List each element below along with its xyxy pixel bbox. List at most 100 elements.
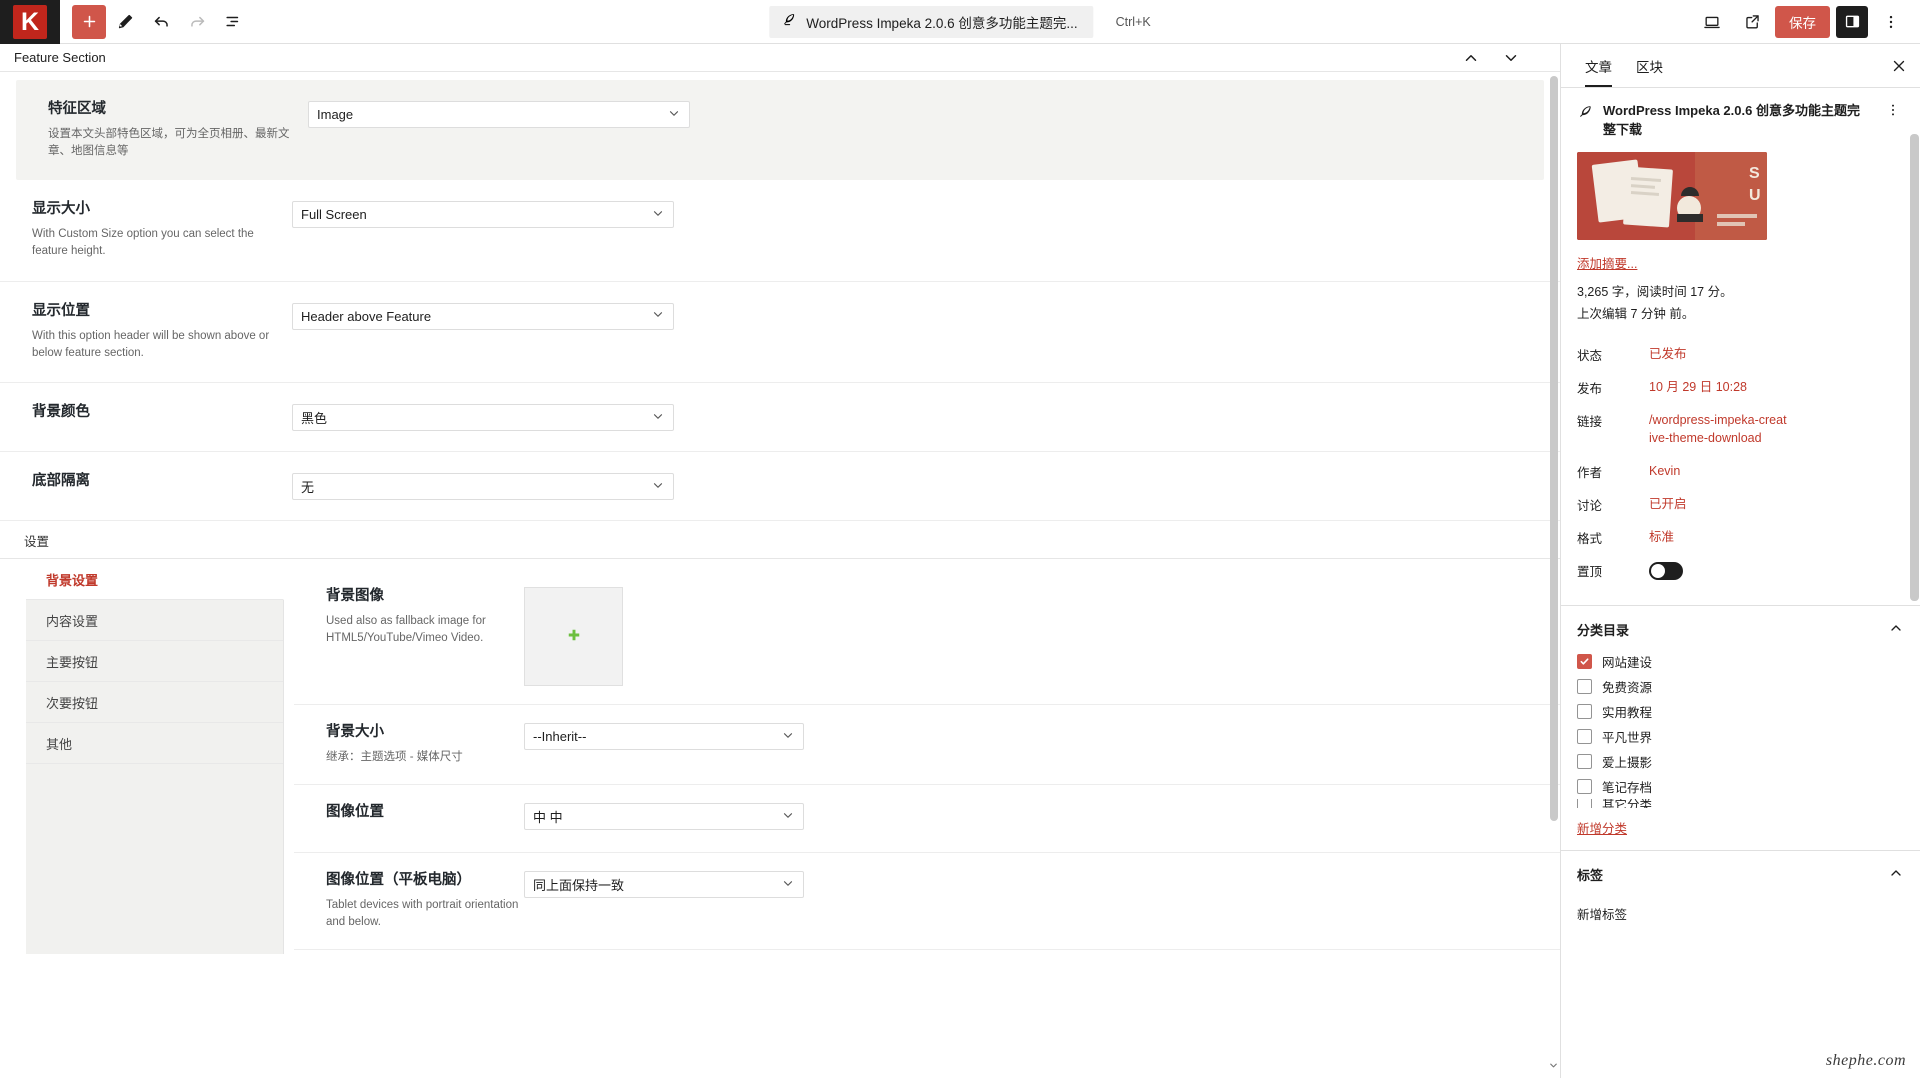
- tabs-filler: [26, 764, 283, 954]
- svg-text:U: U: [1749, 187, 1761, 204]
- checkbox-icon[interactable]: [1577, 779, 1592, 794]
- settings-tab-other[interactable]: 其他: [26, 723, 283, 764]
- select-value: Image: [317, 107, 353, 122]
- redo-button[interactable]: [180, 5, 214, 39]
- edit-tool-button[interactable]: [108, 5, 142, 39]
- preview-button[interactable]: [1695, 5, 1729, 39]
- checkbox-icon[interactable]: [1577, 704, 1592, 719]
- background-image-upload[interactable]: [524, 587, 623, 686]
- chevron-down-icon: [781, 876, 795, 893]
- settings-tab-primary-button[interactable]: 主要按钮: [26, 641, 283, 682]
- background-color-select[interactable]: 黑色: [292, 404, 674, 431]
- settings-tab-content[interactable]: 内容设置: [26, 600, 283, 641]
- save-button[interactable]: 保存: [1775, 6, 1830, 38]
- checkbox-checked-icon[interactable]: [1577, 654, 1592, 669]
- document-title-area: WordPress Impeka 2.0.6 创意多功能主题完... Ctrl+…: [769, 6, 1150, 38]
- category-item[interactable]: 平凡世界: [1577, 724, 1904, 749]
- meta-value-publish-date[interactable]: 10 月 29 日 10:28: [1649, 378, 1747, 397]
- featured-image-preview[interactable]: S U: [1577, 152, 1767, 240]
- categories-list: 网站建设 免费资源 实用教程 平凡世界: [1561, 649, 1920, 808]
- settings-sidebar: 文章 区块: [1560, 44, 1920, 1078]
- meta-row-publish: 发布 10 月 29 日 10:28: [1577, 371, 1904, 404]
- setting-row-image-position: 图像位置 中 中: [294, 785, 1560, 853]
- add-block-button[interactable]: [72, 5, 106, 39]
- post-actions-button[interactable]: [1882, 102, 1904, 118]
- option-control-col: 无: [292, 472, 1536, 500]
- category-item[interactable]: 笔记存档: [1577, 774, 1904, 799]
- meta-value-permalink[interactable]: /wordpress-impeka-creative-theme-downloa…: [1649, 411, 1789, 449]
- checkbox-icon[interactable]: [1577, 679, 1592, 694]
- sidebar-body[interactable]: WordPress Impeka 2.0.6 创意多功能主题完整下载: [1561, 88, 1920, 1078]
- meta-row-discussion: 讨论 已开启: [1577, 488, 1904, 521]
- categories-accordion-header[interactable]: 分类目录: [1561, 606, 1920, 649]
- image-position-tablet-select[interactable]: 同上面保持一致: [524, 871, 804, 898]
- setting-description: Tablet devices with portrait orientation…: [326, 897, 524, 932]
- sticky-post-toggle[interactable]: [1649, 562, 1683, 580]
- add-image-plus-icon: [567, 628, 581, 645]
- view-site-button[interactable]: [1735, 5, 1769, 39]
- panel-collapse-up-button[interactable]: [1462, 49, 1480, 67]
- meta-key: 讨论: [1577, 495, 1649, 514]
- category-item[interactable]: 爱上摄影: [1577, 749, 1904, 774]
- toolbar-left-group: [60, 5, 250, 39]
- setting-control-col: [524, 587, 1560, 686]
- option-control-col: Header above Feature: [292, 302, 1536, 330]
- sidebar-tab-block[interactable]: 区块: [1624, 44, 1675, 87]
- display-position-select[interactable]: Header above Feature: [292, 303, 674, 330]
- category-item[interactable]: 网站建设: [1577, 649, 1904, 674]
- sidebar-close-button[interactable]: [1882, 44, 1916, 87]
- image-position-select[interactable]: 中 中: [524, 803, 804, 830]
- document-title-text: WordPress Impeka 2.0.6 创意多功能主题完...: [806, 12, 1077, 32]
- site-logo[interactable]: K: [0, 0, 60, 44]
- settings-tab-background[interactable]: 背景设置: [26, 559, 284, 600]
- undo-button[interactable]: [144, 5, 178, 39]
- checkbox-icon[interactable]: [1577, 799, 1592, 808]
- checkbox-icon[interactable]: [1577, 729, 1592, 744]
- more-options-button[interactable]: [1874, 5, 1908, 39]
- tags-title: 标签: [1577, 865, 1603, 884]
- background-size-select[interactable]: --Inherit--: [524, 723, 804, 750]
- post-meta-rows: 状态 已发布 发布 10 月 29 日 10:28 链接 /wordpress-…: [1577, 338, 1904, 588]
- word-count-line: 3,265 字，阅读时间 17 分。: [1577, 282, 1904, 302]
- meta-row-format: 格式 标准: [1577, 521, 1904, 554]
- tab-label: 区块: [1636, 56, 1663, 76]
- tags-accordion-header[interactable]: 标签: [1561, 851, 1920, 894]
- plus-icon: [81, 13, 98, 30]
- category-item[interactable]: 实用教程: [1577, 699, 1904, 724]
- post-summary-section: WordPress Impeka 2.0.6 创意多功能主题完整下载: [1561, 88, 1920, 593]
- settings-tab-secondary-button[interactable]: 次要按钮: [26, 682, 283, 723]
- add-excerpt-link[interactable]: 添加摘要...: [1577, 253, 1904, 272]
- category-label: 笔记存档: [1602, 777, 1652, 796]
- canvas-scrollbar-thumb[interactable]: [1550, 76, 1558, 821]
- settings-sidebar-toggle[interactable]: [1836, 6, 1868, 38]
- setting-description: 继承：主题选项 - 媒体尺寸: [326, 749, 524, 766]
- feature-area-select[interactable]: Image: [308, 101, 690, 128]
- sidebar-tab-post[interactable]: 文章: [1573, 44, 1624, 87]
- option-title: 显示大小: [32, 200, 292, 219]
- bottom-separation-select[interactable]: 无: [292, 473, 674, 500]
- select-value: 中 中: [533, 807, 563, 826]
- select-value: --Inherit--: [533, 729, 586, 744]
- setting-control-col: --Inherit--: [524, 723, 1560, 750]
- meta-value-discussion[interactable]: 已开启: [1649, 495, 1687, 514]
- panel-expand-down-button[interactable]: [1502, 49, 1520, 67]
- canvas-scrollbar[interactable]: [1550, 76, 1558, 796]
- display-size-select[interactable]: Full Screen: [292, 201, 674, 228]
- meta-value-format[interactable]: 标准: [1649, 528, 1674, 547]
- setting-title: 图像位置: [326, 803, 524, 822]
- document-title-button[interactable]: WordPress Impeka 2.0.6 创意多功能主题完...: [769, 6, 1093, 38]
- category-item[interactable]: 免费资源: [1577, 674, 1904, 699]
- category-item-partial[interactable]: 其它分类: [1577, 799, 1904, 808]
- list-view-button[interactable]: [216, 5, 250, 39]
- checkbox-icon[interactable]: [1577, 754, 1592, 769]
- sidebar-scrollbar[interactable]: [1910, 134, 1919, 634]
- option-description: 设置本文头部特色区域，可为全页相册、最新文章、地图信息等: [48, 126, 293, 161]
- canvas-scroll-area[interactable]: 特征区域 设置本文头部特色区域，可为全页相册、最新文章、地图信息等 Image: [0, 72, 1560, 1078]
- add-new-category-link[interactable]: 新增分类: [1561, 808, 1643, 837]
- option-row-background-color: 背景颜色 黑色: [0, 383, 1560, 452]
- meta-key: 作者: [1577, 462, 1649, 481]
- scroll-down-arrow[interactable]: [1547, 1060, 1560, 1074]
- meta-value-status[interactable]: 已发布: [1649, 345, 1687, 364]
- meta-value-author[interactable]: Kevin: [1649, 462, 1680, 481]
- sidebar-scrollbar-thumb[interactable]: [1910, 134, 1919, 601]
